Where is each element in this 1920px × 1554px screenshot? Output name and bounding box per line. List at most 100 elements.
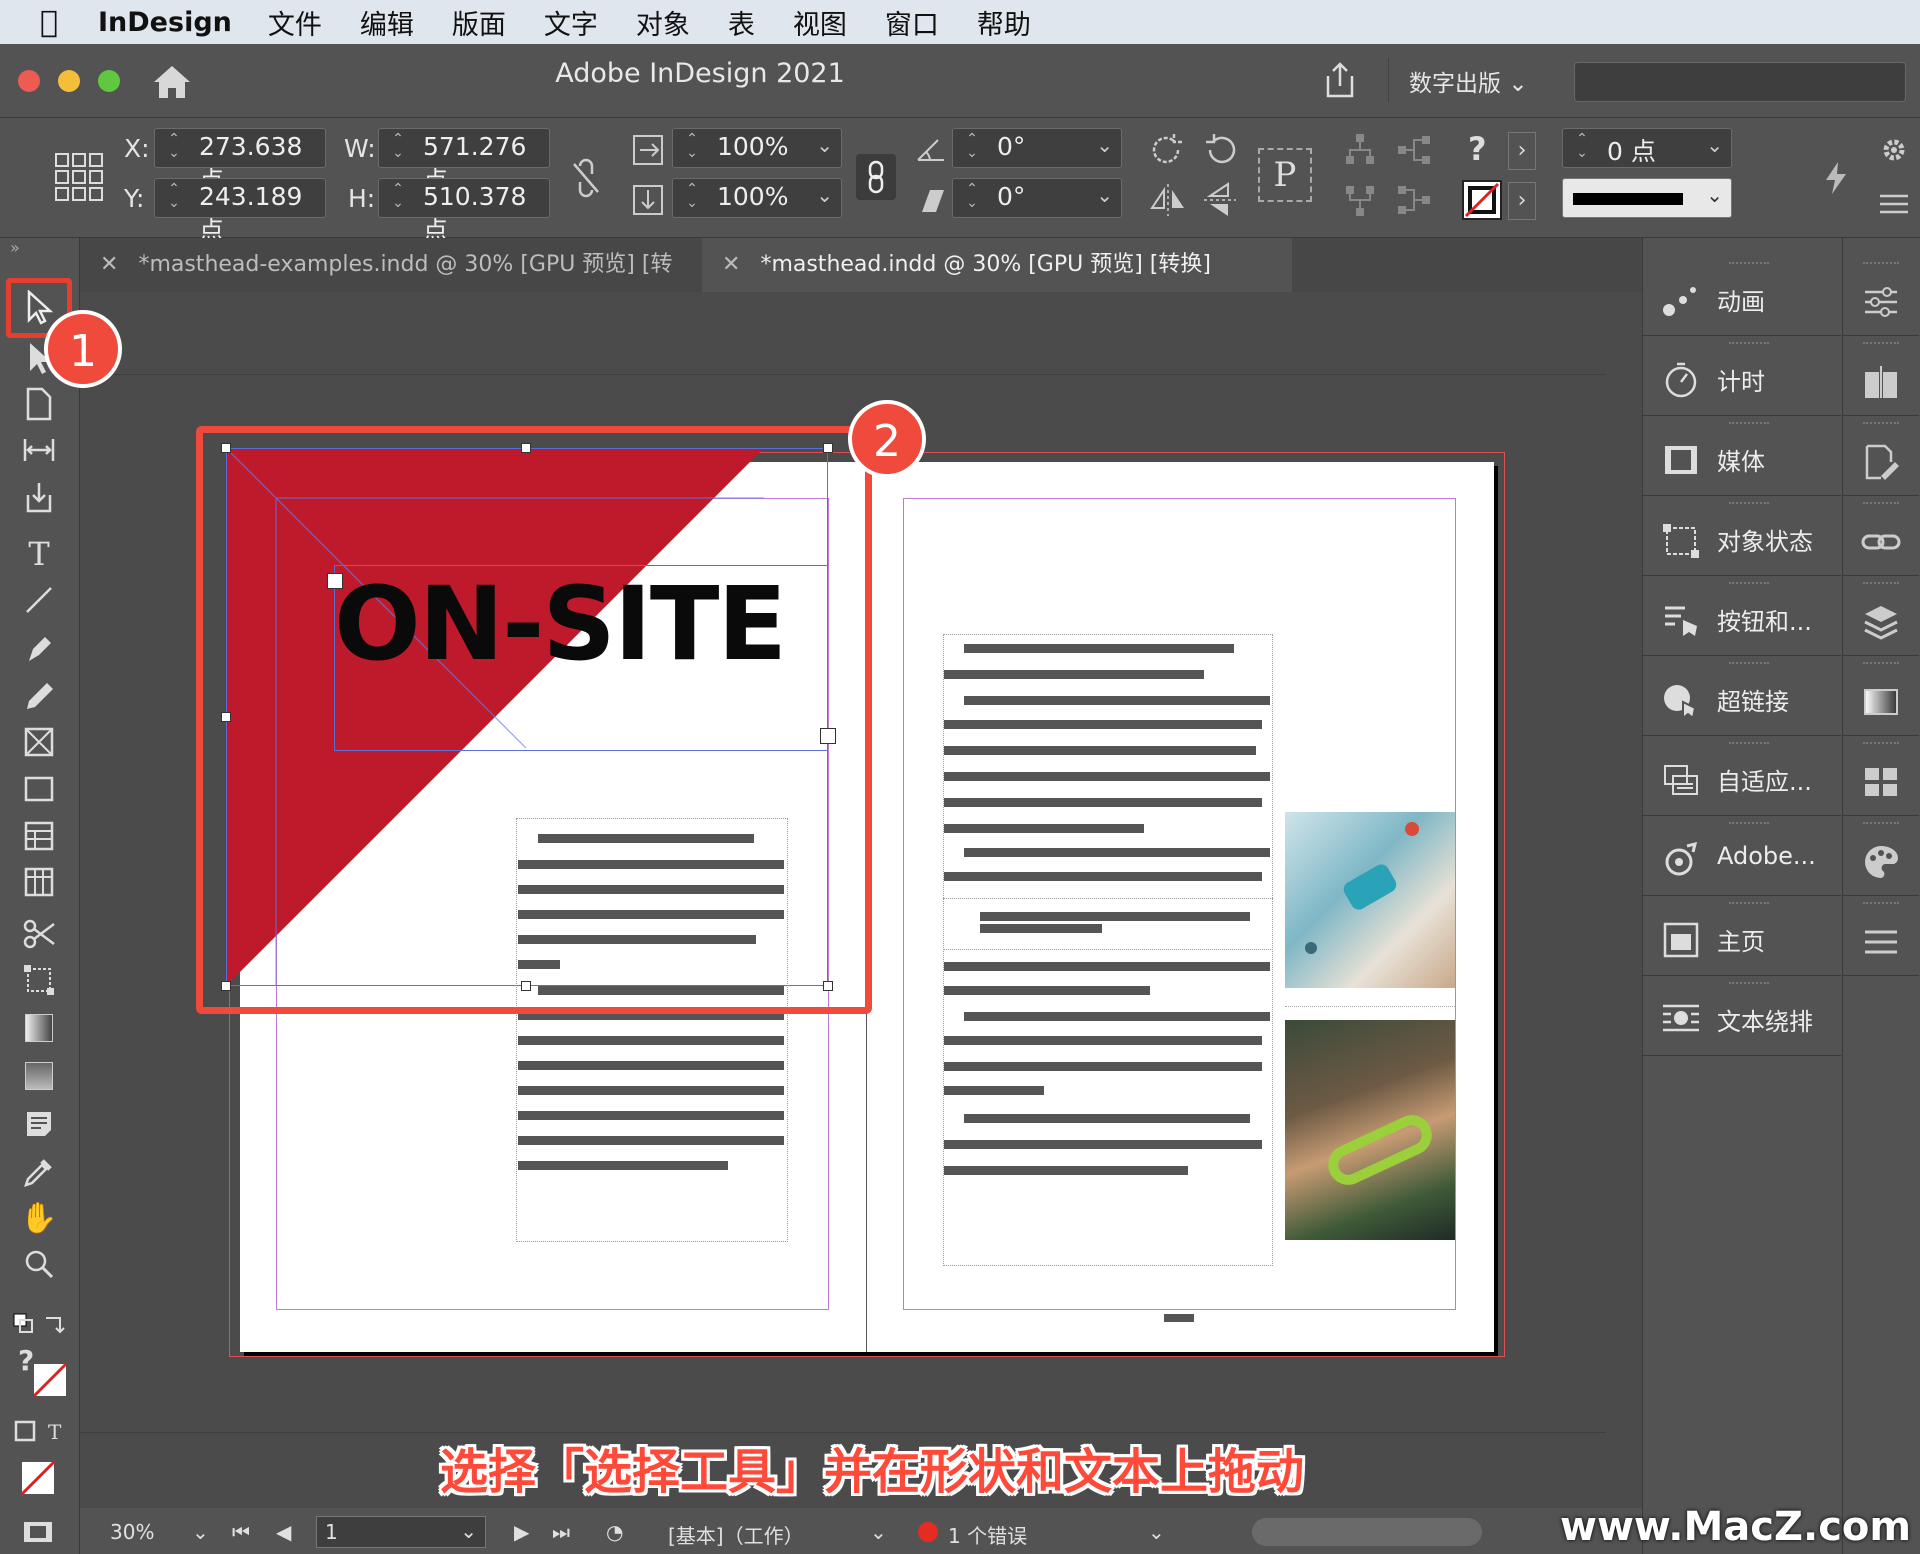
home-icon[interactable] — [150, 62, 194, 102]
content-collector-tool[interactable] — [16, 478, 62, 518]
select-previous-object-icon[interactable] — [1394, 130, 1434, 170]
previous-page-icon[interactable]: ◀ — [276, 1520, 291, 1544]
apply-none-button[interactable] — [20, 1460, 56, 1496]
share-icon[interactable] — [1320, 60, 1360, 100]
flip-vertical-icon[interactable] — [1200, 180, 1240, 220]
width-field[interactable]: ⌃⌄571.276 点 — [378, 128, 550, 195]
flip-horizontal-icon[interactable] — [1148, 180, 1188, 220]
gradient-swatch-tool[interactable] — [16, 1008, 62, 1048]
chevron-down-icon[interactable]: ⌄ — [1096, 183, 1113, 207]
panel-hyperlinks[interactable]: 超链接 — [1643, 656, 1841, 736]
zoom-tool[interactable] — [16, 1244, 62, 1284]
default-fill-stroke-toggle[interactable] — [12, 1312, 68, 1338]
eyedropper-tool[interactable] — [16, 1152, 62, 1192]
stroke-type-dropdown[interactable]: ⌄ — [1562, 178, 1732, 218]
quick-actions-icon[interactable] — [1816, 158, 1856, 198]
stepper-icon[interactable]: ⌃ ⌄ — [161, 182, 187, 214]
formatting-container-text-toggle[interactable]: T — [14, 1418, 70, 1444]
link-scale-button[interactable] — [856, 154, 896, 200]
panel-buttons[interactable]: 按钮和... — [1643, 576, 1841, 656]
chevron-down-icon[interactable]: ⌄ — [1706, 133, 1723, 157]
gear-icon[interactable] — [1874, 130, 1914, 170]
scale-x-field[interactable]: ⌃ ⌄ 100% ⌄ — [672, 128, 842, 168]
stepper-icon[interactable]: ⌃ ⌄ — [679, 182, 705, 214]
panel-cc-libraries[interactable] — [1843, 416, 1919, 496]
panel-layers[interactable] — [1843, 576, 1919, 656]
container-content-icon[interactable]: P — [1258, 148, 1312, 202]
chevron-down-icon[interactable]: ⌄ — [816, 183, 833, 207]
panel-object-states[interactable]: 对象状态 — [1643, 496, 1841, 576]
carabiner-photo[interactable] — [1285, 1020, 1455, 1240]
x-position-field[interactable]: ⌃⌄273.638 点 — [154, 128, 326, 195]
menu-app-name[interactable]: InDesign — [98, 7, 232, 38]
chevron-down-icon[interactable]: ⌄ — [1096, 133, 1113, 157]
y-position-field[interactable]: ⌃ ⌄ 243.189 点 — [154, 178, 326, 245]
chevron-down-icon[interactable]: ⌄ — [870, 1520, 887, 1544]
stroke-weight-field[interactable]: ⌃ ⌄ 0 点 ⌄ — [1562, 128, 1732, 168]
horizontal-scrollbar[interactable] — [1252, 1518, 1482, 1546]
panel-swatches[interactable] — [1843, 656, 1919, 736]
page-number-field[interactable]: 1 ⌄ — [316, 1516, 486, 1548]
menu-object[interactable]: 对象 — [636, 3, 690, 42]
rotate-clockwise-icon[interactable] — [1148, 130, 1188, 170]
select-next-object-icon[interactable] — [1394, 180, 1434, 220]
expand-tools-icon[interactable]: » — [10, 238, 20, 257]
panel-text-wrap[interactable]: 文本绕排 — [1643, 976, 1841, 1056]
stepper-icon[interactable]: ⌃ ⌄ — [959, 132, 985, 164]
search-field[interactable] — [1574, 62, 1906, 102]
panel-timing[interactable]: 计时 — [1643, 336, 1841, 416]
fill-menu-button[interactable]: › — [1508, 132, 1536, 170]
stroke-swatch[interactable] — [1462, 180, 1502, 220]
stepper-icon[interactable]: ⌃ ⌄ — [679, 132, 705, 164]
stepper-icon[interactable]: ⌃ ⌄ — [385, 132, 411, 164]
reference-point-icon[interactable] — [54, 152, 104, 202]
line-tool[interactable] — [16, 580, 62, 620]
stepper-icon[interactable]: ⌃ ⌄ — [385, 182, 411, 214]
preflight-icon[interactable]: ◔ — [606, 1520, 623, 1544]
menu-edit[interactable]: 编辑 — [360, 3, 414, 42]
fill-stroke-swatches[interactable]: ? — [16, 1344, 70, 1402]
tab-masthead[interactable]: ✕ *masthead.indd @ 30% [GPU 预览] [转换] — [702, 238, 1292, 292]
rotation-angle-field[interactable]: ⌃ ⌄ 0° ⌄ — [952, 128, 1122, 168]
next-page-icon[interactable]: ▶ — [514, 1520, 529, 1544]
stepper-icon[interactable]: ⌃ ⌄ — [161, 132, 187, 164]
menu-table[interactable]: 表 — [728, 3, 755, 42]
rectangle-frame-tool[interactable] — [16, 722, 62, 762]
free-transform-tool[interactable] — [16, 960, 62, 1000]
panel-links[interactable] — [1843, 496, 1919, 576]
panel-swatch-grid[interactable] — [1843, 736, 1919, 816]
hand-tool[interactable]: ✋ — [16, 1198, 62, 1238]
first-page-icon[interactable]: ⏮ — [232, 1520, 250, 1544]
panel-pages[interactable]: 主页 — [1643, 896, 1841, 976]
panel-menu[interactable] — [1843, 896, 1919, 976]
fill-none-indicator[interactable]: ? — [1468, 130, 1487, 168]
stepper-icon[interactable]: ⌃ ⌄ — [1569, 132, 1595, 164]
table-tool[interactable] — [16, 816, 62, 856]
climbing-wall-photo[interactable] — [1285, 812, 1455, 988]
height-field[interactable]: ⌃ ⌄ 510.378 点 — [378, 178, 550, 245]
panel-animation[interactable]: 动画 — [1643, 256, 1841, 336]
minimize-window-button[interactable] — [58, 70, 80, 92]
last-page-icon[interactable]: ⏭ — [552, 1520, 570, 1544]
chevron-down-icon[interactable]: ⌄ — [816, 133, 833, 157]
chevron-down-icon[interactable]: ⌄ — [1148, 1520, 1165, 1544]
preflight-profile[interactable]: [基本]（工作） — [668, 1520, 804, 1549]
zoom-window-button[interactable] — [98, 70, 120, 92]
preflight-errors[interactable]: 1 个错误 — [948, 1520, 1027, 1549]
scissors-tool[interactable] — [16, 914, 62, 954]
pencil-tool[interactable] — [16, 676, 62, 716]
menu-file[interactable]: 文件 — [268, 3, 322, 42]
apple-icon[interactable]:  — [40, 5, 88, 40]
menu-window[interactable]: 窗口 — [885, 3, 939, 42]
chevron-down-icon[interactable]: ⌄ — [192, 1520, 209, 1544]
constrain-proportions-icon[interactable] — [566, 158, 606, 198]
screen-mode-button[interactable] — [20, 1516, 56, 1546]
close-window-button[interactable] — [18, 70, 40, 92]
select-container-icon[interactable] — [1340, 130, 1380, 170]
panel-menu-icon[interactable] — [1874, 184, 1914, 224]
zoom-level[interactable]: 30% — [110, 1520, 154, 1544]
panel-media[interactable]: 媒体 — [1643, 416, 1841, 496]
stepper-icon[interactable]: ⌃ ⌄ — [959, 182, 985, 214]
menu-layout[interactable]: 版面 — [452, 3, 506, 42]
panel-adobe-color[interactable]: Adobe... — [1643, 816, 1841, 896]
